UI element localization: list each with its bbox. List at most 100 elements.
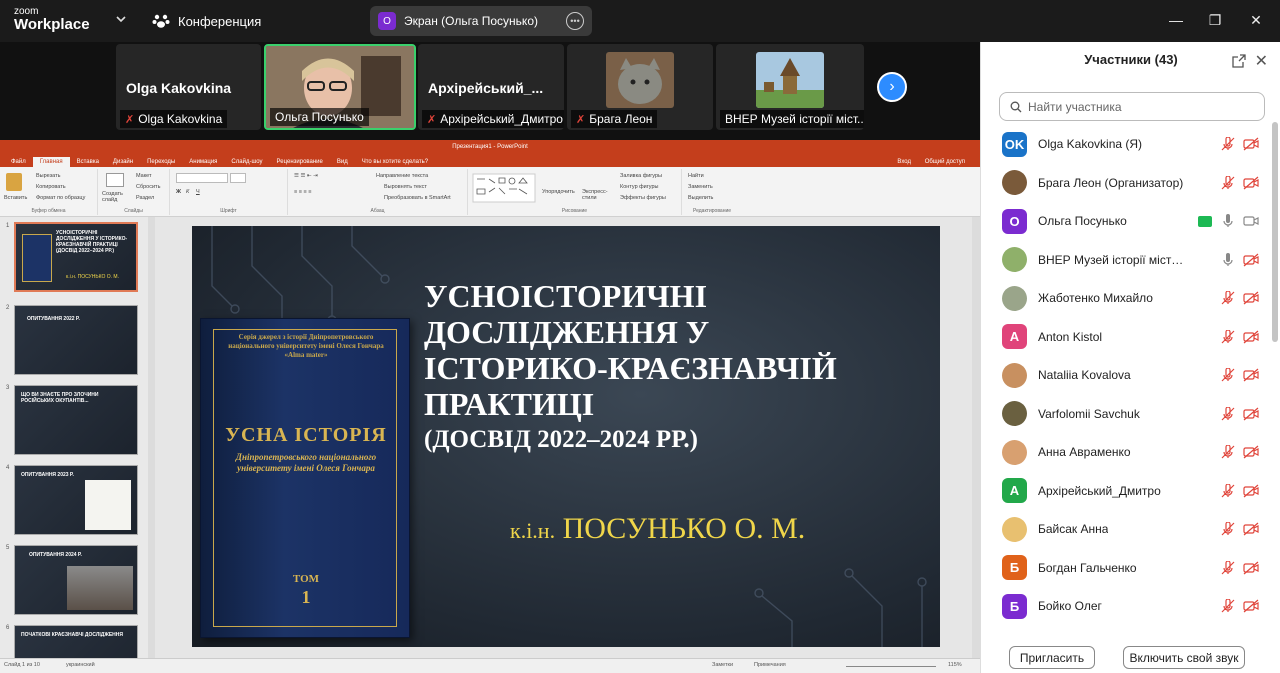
main-slide[interactable]: Серія джерел з історії Дніпропетровськог… <box>192 226 940 647</box>
slide-thumbnail-5[interactable]: ОПИТУВАННЯ 2024 Р. <box>14 545 138 615</box>
bold-button[interactable]: Ж <box>176 189 181 195</box>
chevron-down-icon[interactable] <box>114 12 128 26</box>
participant-row[interactable]: ВНЕР Музей історії міста Кам'... <box>981 241 1271 279</box>
video-tile[interactable]: ВНЕР Музей історії міст... <box>716 44 864 130</box>
zoom-level[interactable]: 115% <box>948 662 962 668</box>
paste-icon[interactable] <box>6 173 22 191</box>
camera-off-icon[interactable] <box>1243 599 1259 613</box>
minimize-icon[interactable]: — <box>1166 10 1186 30</box>
slide-thumbnail-2[interactable]: ОПИТУВАННЯ 2022 Р. <box>14 305 138 375</box>
text-direction-button[interactable]: Направление текста <box>376 173 428 179</box>
font-size-select[interactable] <box>230 173 246 183</box>
participant-row[interactable]: О Ольга Посунько <box>981 202 1271 240</box>
cut-button[interactable]: Вырезать <box>36 173 60 179</box>
participant-row[interactable]: Varfolomii Savchuk <box>981 395 1271 433</box>
camera-off-icon[interactable] <box>1243 368 1259 382</box>
video-tile[interactable]: Olga Kakovkina ✗ Olga Kakovkina <box>116 44 261 130</box>
thumbs-scrollbar[interactable] <box>148 217 155 658</box>
mic-muted-icon[interactable] <box>1221 291 1235 305</box>
new-slide-button[interactable]: Создать слайд <box>102 191 130 203</box>
align-buttons[interactable]: ≡ ≡ ≡ ≡ <box>294 189 311 195</box>
section-button[interactable]: Раздел <box>136 195 154 201</box>
mic-muted-icon[interactable] <box>1221 483 1235 498</box>
replace-button[interactable]: Заменить <box>688 184 713 190</box>
camera-icon[interactable] <box>1243 214 1259 228</box>
mic-muted-icon[interactable] <box>1221 599 1235 613</box>
layout-button[interactable]: Макет <box>136 173 152 179</box>
shape-effects-button[interactable]: Эффекты фигуры <box>620 195 666 201</box>
participant-row[interactable]: Nataliia Kovalova <box>981 356 1271 394</box>
next-page-button[interactable]: › <box>877 72 907 102</box>
reset-button[interactable]: Сбросить <box>136 184 160 190</box>
tab-transitions[interactable]: Переходы <box>140 157 182 167</box>
unmute-button[interactable]: Включить свой звук <box>1123 646 1245 669</box>
participant-row[interactable]: Б Бойко Олег <box>981 587 1271 625</box>
invite-button[interactable]: Пригласить <box>1009 646 1095 669</box>
meeting-info-button[interactable]: Конференция <box>152 13 261 29</box>
smartart-button[interactable]: Преобразовать в SmartArt <box>384 195 451 201</box>
participant-row[interactable]: A Anton Kistol <box>981 318 1271 356</box>
font-family-select[interactable] <box>176 173 228 183</box>
tab-slideshow[interactable]: Слайд-шоу <box>224 157 269 167</box>
tell-me-search[interactable]: Что вы хотите сделать? <box>355 157 435 167</box>
mic-muted-icon[interactable] <box>1221 560 1235 575</box>
zoom-slider[interactable] <box>846 666 936 667</box>
shape-outline-button[interactable]: Контур фигуры <box>620 184 658 190</box>
copy-button[interactable]: Копировать <box>36 184 66 190</box>
comments-button[interactable]: Примечания <box>754 662 786 668</box>
mic-muted-icon[interactable] <box>1221 522 1235 536</box>
camera-off-icon[interactable] <box>1243 176 1259 190</box>
arrange-button[interactable]: Упорядочить <box>542 189 575 195</box>
underline-button[interactable]: Ч <box>196 189 200 195</box>
mic-muted-icon[interactable] <box>1221 175 1235 190</box>
slide-thumbnail-4[interactable]: ОПИТУВАННЯ 2023 Р. <box>14 465 138 535</box>
new-slide-icon[interactable] <box>106 173 124 187</box>
bullets-button[interactable]: ☰ ☰ ⇤ ⇥ <box>294 173 318 179</box>
format-painter-button[interactable]: Формат по образцу <box>36 195 85 201</box>
tab-file[interactable]: Файл <box>4 157 33 167</box>
slide-scrollbar[interactable] <box>972 217 980 658</box>
video-tile[interactable]: Архірейський_... ✗ Архірейський_Дмитро <box>418 44 564 130</box>
paste-button[interactable]: Вставить <box>4 195 27 201</box>
tab-insert[interactable]: Вставка <box>70 157 106 167</box>
camera-off-icon[interactable] <box>1243 522 1259 536</box>
camera-off-icon[interactable] <box>1243 330 1259 344</box>
camera-off-icon[interactable] <box>1243 484 1259 498</box>
find-button[interactable]: Найти <box>688 173 704 179</box>
participant-row[interactable]: Байсак Анна <box>981 510 1271 548</box>
notes-button[interactable]: Заметки <box>712 662 733 668</box>
close-panel-icon[interactable]: ✕ <box>1255 51 1268 71</box>
mic-muted-icon[interactable] <box>1221 406 1235 421</box>
close-icon[interactable]: ✕ <box>1246 10 1266 30</box>
participant-row[interactable]: Жаботенко Михайло <box>981 279 1271 317</box>
participant-row[interactable]: Б Богдан Гальченко <box>981 549 1271 587</box>
popout-icon[interactable] <box>1232 54 1246 68</box>
mic-muted-icon[interactable] <box>1221 137 1235 151</box>
mic-muted-icon[interactable] <box>1221 368 1235 382</box>
participant-row[interactable]: Брага Леон (Организатор) <box>981 164 1271 202</box>
quick-styles-button[interactable]: Экспресс-стили <box>582 189 610 201</box>
mic-icon[interactable] <box>1221 214 1235 228</box>
camera-off-icon[interactable] <box>1243 445 1259 459</box>
camera-off-icon[interactable] <box>1243 407 1259 421</box>
camera-off-icon[interactable] <box>1243 137 1259 151</box>
participant-row[interactable]: Анна Авраменко <box>981 433 1271 471</box>
language-indicator[interactable]: украинский <box>66 662 95 668</box>
participant-row[interactable]: OK Olga Kakovkina (Я) <box>981 125 1271 163</box>
share-link[interactable]: Общий доступ <box>918 157 972 167</box>
camera-off-icon[interactable] <box>1243 561 1259 575</box>
mic-muted-icon[interactable] <box>1221 445 1235 459</box>
participant-search-input[interactable]: Найти участника <box>999 92 1265 121</box>
more-icon[interactable]: ••• <box>566 12 584 30</box>
participants-scrollbar[interactable] <box>1272 122 1278 342</box>
align-text-button[interactable]: Выровнять текст <box>384 184 427 190</box>
tab-review[interactable]: Рецензирование <box>270 157 330 167</box>
mic-muted-icon[interactable] <box>1221 329 1235 344</box>
select-button[interactable]: Выделить <box>688 195 713 201</box>
tab-design[interactable]: Дизайн <box>106 157 140 167</box>
screen-share-pill[interactable]: О Экран (Ольга Посунько) ••• <box>370 6 592 36</box>
slide-thumbnail-3[interactable]: ЩО ВИ ЗНАЄТЕ ПРО ЗЛОЧИНИ РОСІЙСЬКИХ ОКУП… <box>14 385 138 455</box>
camera-off-icon[interactable] <box>1243 253 1259 267</box>
shapes-gallery[interactable] <box>472 173 536 203</box>
video-tile[interactable]: ✗ Брага Леон <box>567 44 713 130</box>
